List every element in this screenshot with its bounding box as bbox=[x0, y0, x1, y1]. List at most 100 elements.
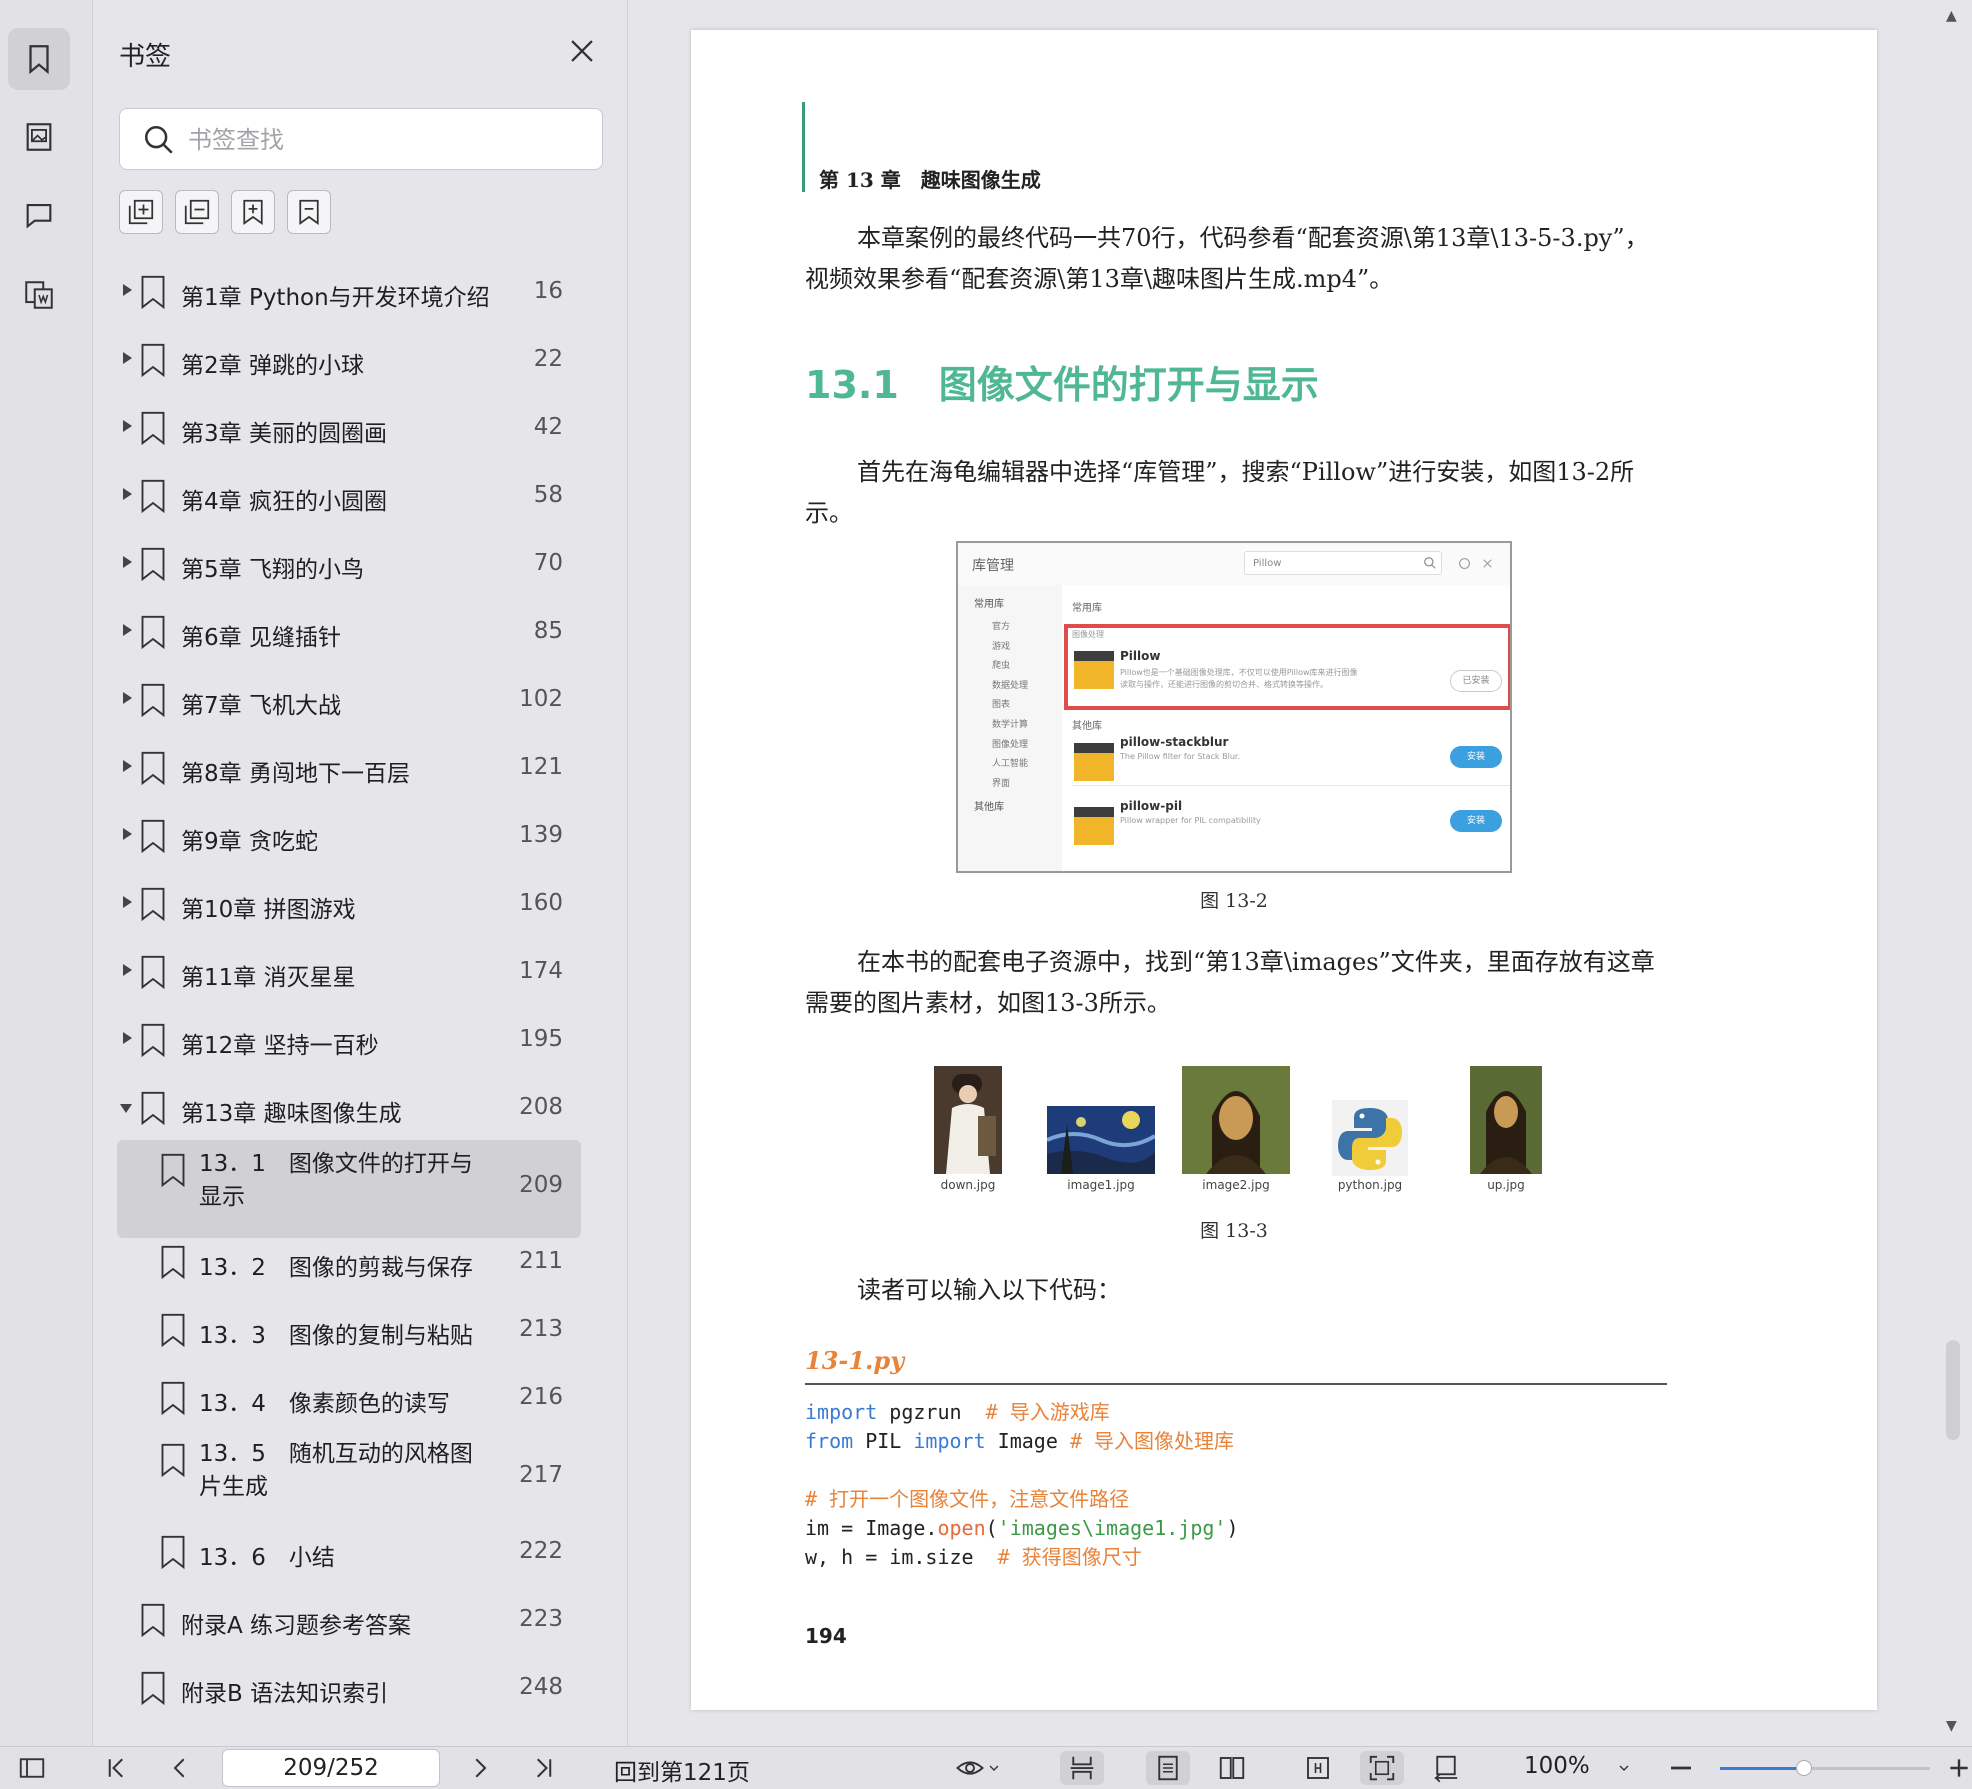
package-icon bbox=[1074, 807, 1114, 845]
expand-toggle-icon[interactable] bbox=[120, 1104, 132, 1113]
section-title: 图像文件的打开与显示 bbox=[938, 363, 1319, 407]
bookmark-item[interactable]: 13．1 图像文件的打开与显示 209 bbox=[117, 1140, 581, 1238]
remove-bookmark-button[interactable] bbox=[287, 190, 331, 234]
code-line: import pgzrun # 导入游戏库 bbox=[805, 1400, 1110, 1424]
bookmark-item[interactable]: 第6章 见缝插针 85 bbox=[117, 602, 581, 662]
bookmark-item[interactable]: 13．6 小结 222 bbox=[117, 1522, 581, 1582]
expand-toggle-icon[interactable] bbox=[123, 284, 132, 296]
chevron-left-icon bbox=[173, 1758, 185, 1778]
view-mode-dropdown[interactable] bbox=[948, 1751, 1008, 1785]
bookmark-label: 第7章 飞机大战 bbox=[181, 693, 341, 719]
expand-toggle-icon[interactable] bbox=[123, 352, 132, 364]
bookmark-icon bbox=[141, 819, 165, 854]
fit-page-button[interactable] bbox=[1360, 1751, 1404, 1785]
expand-toggle-icon[interactable] bbox=[123, 896, 132, 908]
eye-icon bbox=[956, 1761, 984, 1775]
bookmark-item[interactable]: 附录B 语法知识索引 248 bbox=[117, 1658, 581, 1718]
bookmark-panel-button[interactable] bbox=[8, 28, 70, 90]
fig-sidebar-item: 游戏 bbox=[992, 642, 1011, 652]
close-icon[interactable] bbox=[565, 34, 599, 68]
expand-toggle-icon[interactable] bbox=[123, 692, 132, 704]
install-button: 安装 bbox=[1450, 746, 1502, 768]
bookmark-search-box bbox=[119, 108, 603, 170]
bookmark-item[interactable]: 第12章 坚持一百秒 195 bbox=[117, 1010, 581, 1070]
fit-width-button[interactable] bbox=[1296, 1751, 1340, 1785]
document-scrollbar-thumb[interactable] bbox=[1946, 1340, 1960, 1440]
scroll-down-arrow[interactable]: ▼ bbox=[1946, 1718, 1957, 1734]
bookmark-icon bbox=[141, 343, 165, 378]
expand-toggle-icon[interactable] bbox=[123, 828, 132, 840]
expand-toggle-icon[interactable] bbox=[123, 420, 132, 432]
prev-page-button[interactable] bbox=[162, 1751, 198, 1785]
single-page-button[interactable] bbox=[1146, 1751, 1190, 1785]
bookmark-item[interactable]: 第7章 飞机大战 102 bbox=[117, 670, 581, 730]
thumbnail-panel-button[interactable] bbox=[8, 106, 70, 168]
rotate-button[interactable] bbox=[1424, 1751, 1468, 1785]
bookmark-label: 第11章 消灭星星 bbox=[181, 965, 356, 991]
portrait-image bbox=[934, 1066, 1002, 1174]
zoom-level[interactable]: 100% bbox=[1524, 1753, 1590, 1779]
return-to-page-link[interactable]: 回到第121页 bbox=[614, 1753, 750, 1787]
expand-toggle-icon[interactable] bbox=[123, 1032, 132, 1044]
expand-toggle-icon[interactable] bbox=[123, 760, 132, 772]
starry-night-image bbox=[1047, 1106, 1155, 1174]
bookmark-item[interactable]: 第2章 弹跳的小球 22 bbox=[117, 330, 581, 390]
toggle-sidebar-button[interactable] bbox=[12, 1751, 52, 1785]
first-page-button[interactable] bbox=[98, 1751, 134, 1785]
figure-caption: 图 13-3 bbox=[1200, 1220, 1268, 1242]
bookmark-page: 160 bbox=[519, 890, 563, 916]
zoom-dropdown[interactable] bbox=[1612, 1751, 1636, 1785]
two-page-button[interactable] bbox=[1210, 1751, 1254, 1785]
bookmark-item[interactable]: 第5章 飞翔的小鸟 70 bbox=[117, 534, 581, 594]
expand-toggle-icon[interactable] bbox=[123, 964, 132, 976]
fig-sidebar-bottom: 其他库 bbox=[974, 802, 1004, 813]
zoom-slider[interactable] bbox=[1720, 1760, 1930, 1776]
fig-search-icon bbox=[1424, 557, 1436, 569]
zoom-out-button[interactable] bbox=[1664, 1751, 1698, 1785]
collapse-all-button[interactable] bbox=[175, 190, 219, 234]
bookmark-item[interactable]: 第9章 贪吃蛇 139 bbox=[117, 806, 581, 866]
zoom-slider-knob[interactable] bbox=[1796, 1760, 1812, 1776]
expand-toggle-icon[interactable] bbox=[123, 624, 132, 636]
last-page-button[interactable] bbox=[526, 1751, 562, 1785]
bookmark-item[interactable]: 第13章 趣味图像生成 208 bbox=[117, 1078, 581, 1138]
package-name: Pillow bbox=[1120, 649, 1161, 663]
expand-toggle-icon[interactable] bbox=[123, 556, 132, 568]
bookmark-item[interactable]: 第3章 美丽的圆圈画 42 bbox=[117, 398, 581, 458]
continuous-scroll-icon bbox=[1070, 1756, 1094, 1780]
expand-toggle-icon[interactable] bbox=[123, 488, 132, 500]
fig-sidebar-item: 爬虫 bbox=[992, 661, 1011, 671]
bookmark-icon bbox=[141, 751, 165, 786]
zoom-in-button[interactable] bbox=[1946, 1751, 1972, 1785]
package-icon bbox=[1074, 651, 1114, 689]
bookmark-item[interactable]: 第4章 疯狂的小圆圈 58 bbox=[117, 466, 581, 526]
section-number: 13.1 bbox=[805, 363, 899, 407]
comment-panel-button[interactable] bbox=[8, 184, 70, 246]
bookmark-item[interactable]: 13．2 图像的剪裁与保存 211 bbox=[117, 1232, 581, 1292]
bookmark-icon bbox=[141, 887, 165, 922]
bookmark-item[interactable]: 第8章 勇闯地下一百层 121 bbox=[117, 738, 581, 798]
bookmark-page: 211 bbox=[519, 1248, 563, 1274]
fig-group-image: 图像处理 bbox=[1072, 630, 1104, 639]
next-page-button[interactable] bbox=[462, 1751, 498, 1785]
bookmark-item[interactable]: 第11章 消灭星星 174 bbox=[117, 942, 581, 1002]
bookmark-item[interactable]: 第10章 拼图游戏 160 bbox=[117, 874, 581, 934]
page-number-input[interactable] bbox=[222, 1749, 440, 1787]
attachment-panel-button[interactable] bbox=[8, 264, 70, 326]
expand-all-button[interactable] bbox=[119, 190, 163, 234]
bookmark-item[interactable]: 附录A 练习题参考答案 223 bbox=[117, 1590, 581, 1650]
scroll-up-arrow[interactable]: ▲ bbox=[1946, 8, 1957, 24]
fig-close-icon bbox=[1483, 559, 1492, 568]
bookmark-item[interactable]: 第1章 Python与开发环境介绍 16 bbox=[117, 262, 581, 322]
continuous-scroll-button[interactable] bbox=[1060, 1751, 1104, 1785]
bookmark-item[interactable]: 13．3 图像的复制与粘贴 213 bbox=[117, 1300, 581, 1360]
add-bookmark-button[interactable] bbox=[231, 190, 275, 234]
code-line: w, h = im.size # 获得图像尺寸 bbox=[805, 1545, 1142, 1569]
bookmark-search-input[interactable] bbox=[186, 119, 590, 161]
bookmark-icon bbox=[161, 1313, 185, 1348]
bookmark-item[interactable]: 13．4 像素颜色的读写 216 bbox=[117, 1368, 581, 1428]
chapter-marker-bar bbox=[802, 102, 805, 192]
bookmark-icon bbox=[141, 955, 165, 990]
bookmark-item[interactable]: 13．5 随机互动的风格图片生成 217 bbox=[117, 1430, 581, 1528]
sidebar-icon bbox=[19, 1758, 45, 1778]
